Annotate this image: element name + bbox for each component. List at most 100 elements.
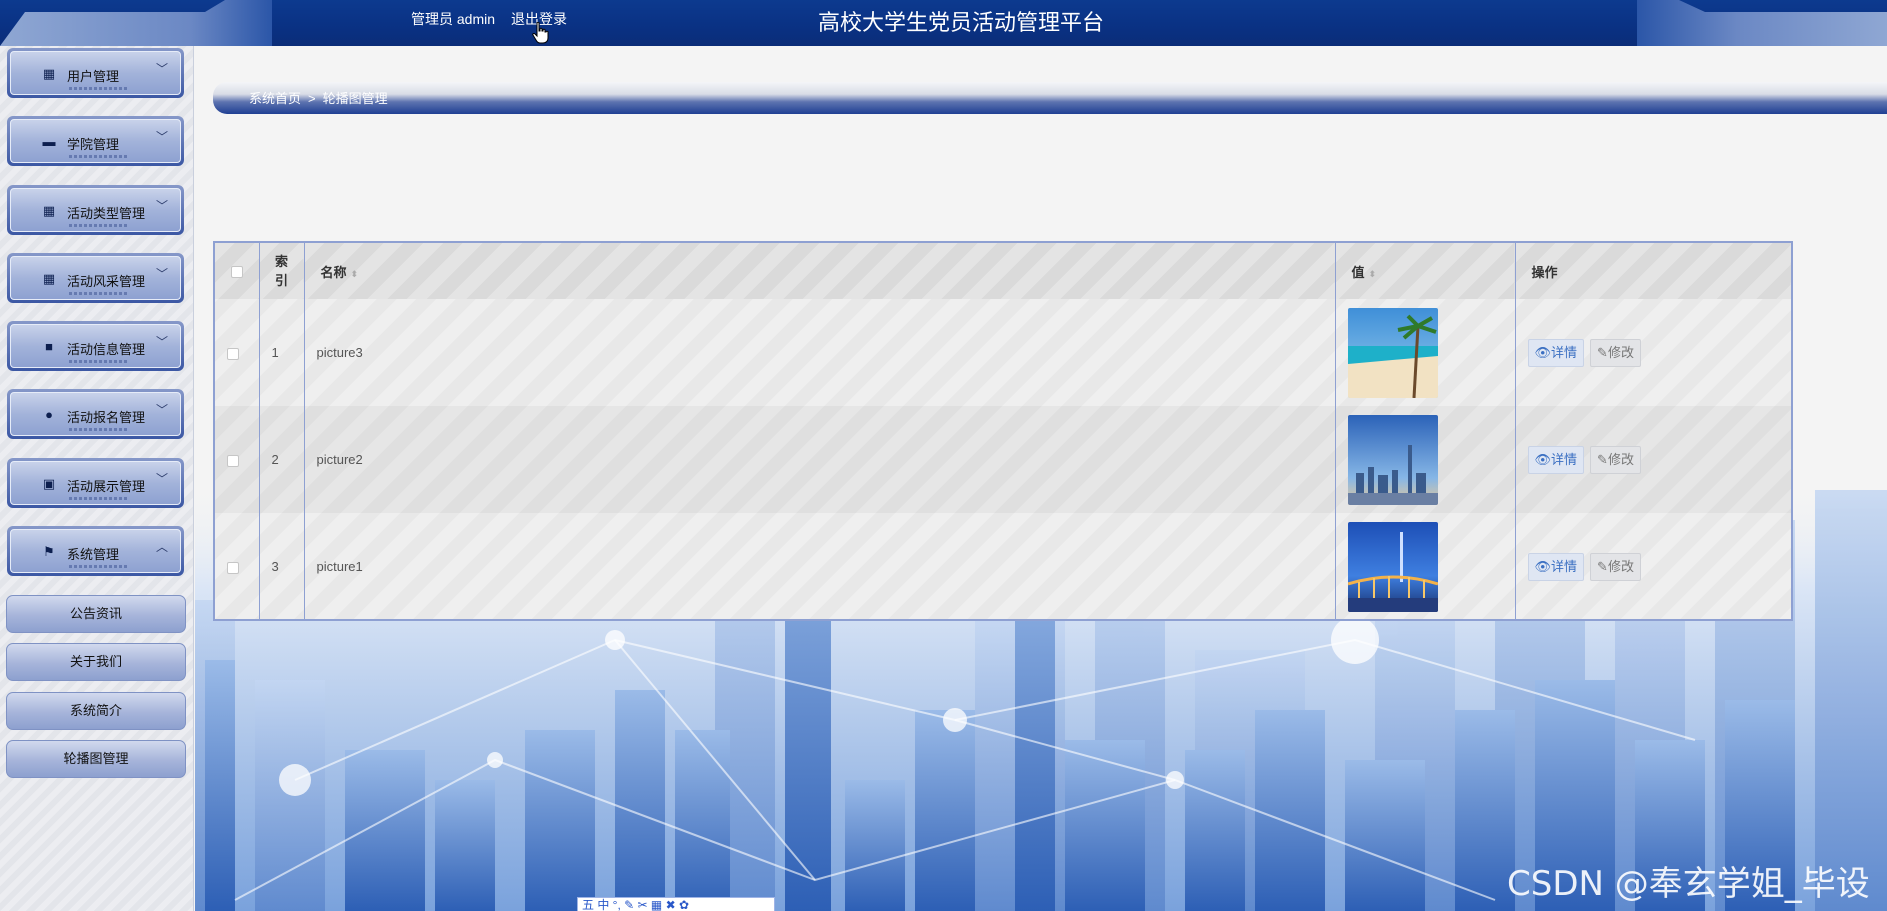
decorative-dots — [69, 155, 129, 158]
decorative-dots — [69, 360, 129, 363]
sidebar-menu-label: 用户管理 — [67, 69, 120, 84]
decorative-dots — [69, 497, 129, 500]
bridge-thumbnail[interactable] — [1347, 521, 1438, 612]
sidebar-menu-activity-display[interactable]: ▣ 活动展示管理 ﹀ — [7, 458, 184, 508]
sort-icon: ⬍ — [350, 268, 359, 279]
edit-button[interactable]: ✎修改 — [1590, 338, 1641, 367]
sidebar-menu-activity-signup[interactable]: ● 活动报名管理 ﹀ — [7, 389, 184, 439]
table-row: 1 picture3 👁详情 ✎修改 — [215, 299, 1791, 406]
detail-button[interactable]: 👁详情 — [1527, 338, 1585, 367]
sort-icon: ⬍ — [1368, 268, 1377, 279]
carousel-table: 索引 名称 ⬍ 值 ⬍ 操作 1 picture3 👁详情 ✎修改 2 pict… — [213, 241, 1793, 621]
chevron-down-icon: ﹀ — [155, 62, 168, 76]
sidebar-menu-college[interactable]: ▬ 学院管理 ﹀ — [7, 116, 184, 166]
name-cell: picture3 — [304, 299, 1336, 406]
name-cell: picture2 — [304, 406, 1336, 513]
decorative-dots — [69, 292, 129, 295]
detail-button[interactable]: 👁详情 — [1527, 445, 1585, 474]
edit-button-label: 修改 — [1607, 451, 1634, 467]
table-row: 3 picture1 👁详情 ✎修改 — [215, 513, 1791, 620]
value-cell — [1335, 513, 1516, 620]
detail-button-label: 详情 — [1551, 344, 1578, 360]
edit-button-label: 修改 — [1607, 558, 1634, 574]
sidebar-menu-label: 活动类型管理 — [67, 206, 146, 221]
chevron-down-icon: ﹀ — [155, 403, 168, 417]
select-all-checkbox[interactable] — [231, 266, 243, 279]
sidebar-menu-activity-style[interactable]: ▦ 活动风采管理 ﹀ — [7, 253, 184, 303]
top-header: 管理员 admin 退出登录 高校大学生党员活动管理平台 — [0, 0, 1887, 46]
index-cell: 2 — [259, 406, 305, 513]
eye-icon: 👁 — [1534, 344, 1552, 360]
flag-icon: ⚑ — [43, 544, 55, 559]
index-cell: 1 — [259, 299, 305, 406]
submenu-system-intro[interactable]: 系统简介 — [6, 692, 186, 730]
grid-icon: ▦ — [42, 203, 56, 218]
submenu-about-us[interactable]: 关于我们 — [6, 643, 186, 681]
table-header-row: 索引 名称 ⬍ 值 ⬍ 操作 — [215, 243, 1791, 299]
index-column-header: 索引 — [259, 243, 305, 299]
sidebar-menu-user[interactable]: ▦ 用户管理 ﹀ — [7, 48, 184, 98]
value-cell — [1335, 299, 1516, 406]
decorative-dots — [69, 224, 129, 227]
chevron-down-icon: ﹀ — [155, 267, 168, 281]
decorative-dots — [69, 565, 129, 568]
app-title: 高校大学生党员活动管理平台 — [818, 10, 1105, 35]
detail-button-label: 详情 — [1551, 558, 1578, 574]
breadcrumb-separator: > — [308, 91, 316, 106]
detail-button[interactable]: 👁详情 — [1527, 552, 1585, 581]
row-checkbox[interactable] — [227, 454, 239, 467]
value-header-label: 值 — [1351, 264, 1365, 280]
header-right-wing — [1637, 0, 1887, 46]
decorative-dots — [69, 428, 129, 431]
sidebar-menu-label: 系统管理 — [67, 547, 120, 562]
header-left-wing — [0, 0, 272, 46]
hand-pointer-icon — [532, 22, 549, 44]
submenu-announcements[interactable]: 公告资讯 — [6, 595, 186, 633]
edit-button[interactable]: ✎修改 — [1590, 552, 1641, 581]
breadcrumb-bar — [213, 82, 1887, 114]
sidebar-menu-label: 活动展示管理 — [67, 479, 146, 494]
decorative-dots — [69, 87, 129, 90]
current-user-label: 管理员 admin — [411, 11, 496, 27]
select-all-header — [215, 243, 260, 299]
user-icon: ● — [45, 407, 53, 422]
clipboard-icon: ▣ — [42, 476, 56, 491]
row-select-cell — [215, 299, 260, 406]
breadcrumb: 系统首页 > 轮播图管理 — [249, 88, 388, 107]
beach-thumbnail[interactable] — [1347, 307, 1438, 398]
edit-icon: ✎ — [1597, 558, 1608, 574]
actions-cell: 👁详情 ✎修改 — [1515, 299, 1791, 406]
sidebar-menu-system[interactable]: ⚑ 系统管理 ︿ — [7, 526, 184, 576]
chevron-down-icon: ﹀ — [155, 472, 168, 486]
index-cell: 3 — [259, 513, 305, 620]
skyline-thumbnail[interactable] — [1347, 414, 1438, 505]
chevron-up-icon: ︿ — [155, 540, 168, 554]
sidebar-menu-activity-type[interactable]: ▦ 活动类型管理 ﹀ — [7, 185, 184, 235]
actions-cell: 👁详情 ✎修改 — [1515, 406, 1791, 513]
table-row: 2 picture2 👁详情 ✎修改 — [215, 406, 1791, 513]
sidebar-menu-activity-info[interactable]: ■ 活动信息管理 ﹀ — [7, 321, 184, 371]
row-checkbox[interactable] — [227, 561, 239, 574]
input-method-toolbar[interactable]: 五 中 °, ✎ ✂ ▦ ✖ ✿ — [577, 897, 775, 911]
row-checkbox[interactable] — [227, 347, 239, 360]
sidebar-nav: ▦ 用户管理 ﹀ ▬ 学院管理 ﹀ ▦ 活动类型管理 ﹀ ▦ 活动风采管理 ﹀ ■ 活动信息管理 ﹀… — [0, 46, 194, 911]
sidebar-menu-label: 活动风采管理 — [67, 274, 146, 289]
grid-icon: ▦ — [42, 66, 56, 81]
eye-icon: 👁 — [1534, 451, 1552, 467]
index-header-label: 索引 — [274, 254, 288, 288]
chevron-down-icon: ﹀ — [155, 130, 168, 144]
name-column-header[interactable]: 名称 ⬍ — [304, 243, 1336, 299]
edit-button[interactable]: ✎修改 — [1590, 445, 1641, 474]
video-camera-icon: ■ — [45, 339, 53, 354]
grid-icon: ▦ — [42, 271, 56, 286]
submenu-carousel-management[interactable]: 轮播图管理 — [6, 740, 186, 778]
value-column-header[interactable]: 值 ⬍ — [1335, 243, 1516, 299]
row-select-cell — [215, 513, 260, 620]
sidebar-menu-label: 学院管理 — [67, 137, 120, 152]
breadcrumb-home-link[interactable]: 系统首页 — [249, 91, 301, 106]
sidebar-menu-label: 活动信息管理 — [67, 342, 146, 357]
monitor-icon: ▬ — [42, 134, 56, 149]
eye-icon: 👁 — [1534, 558, 1552, 574]
edit-icon: ✎ — [1597, 451, 1608, 467]
chevron-down-icon: ﹀ — [155, 199, 168, 213]
